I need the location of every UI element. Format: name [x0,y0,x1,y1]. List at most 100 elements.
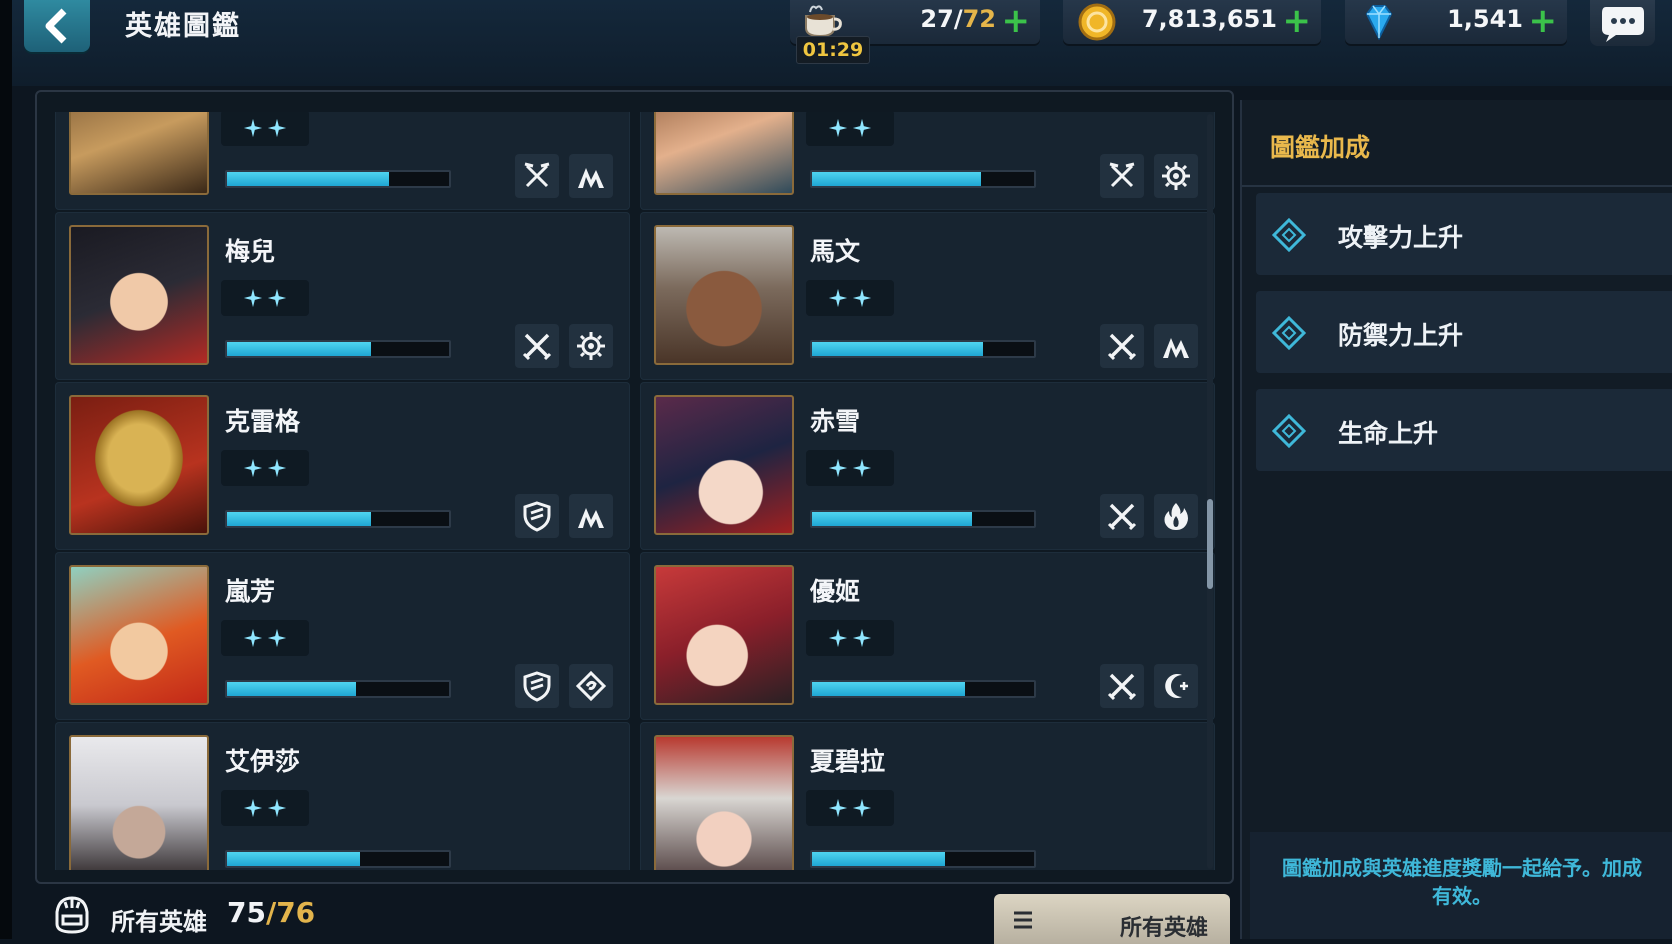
star-icon [243,628,263,648]
star-icon [243,458,263,478]
star-icon [267,798,287,818]
hero-card[interactable]: 梅兒 [55,212,630,380]
bonus-item-attack[interactable]: 攻擊力上升 [1256,193,1672,275]
fire-icon [1154,494,1198,538]
crescent-icon [1154,664,1198,708]
hero-card[interactable]: 艾伊莎 [55,722,630,870]
diamond-outline-icon [1272,316,1306,350]
progress-bar [225,340,451,358]
crossed-swords-icon [1100,324,1144,368]
progress-fill [227,342,372,356]
star-rating [221,112,309,146]
progress-bar [225,510,451,528]
progress-bar [810,850,1036,868]
star-rating [806,790,894,826]
hero-portrait [654,735,794,870]
bonus-panel-title: 圖鑑加成 [1270,133,1371,162]
hero-portrait [654,225,794,365]
bonus-note: 圖鑑加成與英雄進度獎勵一起給予。加成 有效。 [1250,832,1672,939]
mountain-icon [569,154,613,198]
progress-bar [225,170,451,188]
gem-icon [1365,5,1393,41]
star-icon [852,288,872,308]
stamina-timer: 01:29 [796,36,870,64]
star-icon [267,118,287,138]
hero-portrait [69,735,209,870]
star-icon [852,118,872,138]
hero-portrait [69,225,209,365]
bonus-note-line: 有效。 [1432,884,1492,908]
star-rating [806,620,894,656]
star-icon [243,118,263,138]
crossed-swords-icon [1100,664,1144,708]
bonus-item-hp[interactable]: 生命上升 [1256,389,1672,471]
hero-card[interactable]: 夏碧拉 [640,722,1215,870]
hero-name: 夏碧拉 [810,747,886,776]
bonus-label: 防禦力上升 [1338,321,1464,350]
progress-bar [810,340,1036,358]
list-icon [1014,911,1032,929]
filter-label: 所有英雄 [1119,916,1208,941]
gem-value: 1,541 [1447,5,1523,33]
diamond-outline-icon [1272,218,1306,252]
hero-portrait [654,565,794,705]
progress-bar [810,170,1036,188]
bonus-label: 攻擊力上升 [1338,223,1464,252]
bonus-panel-header: 圖鑑加成 [1242,100,1672,187]
gold-coin-icon [1078,3,1116,41]
filter-dropdown-button[interactable]: 所有英雄 [994,894,1230,944]
mountain-icon [1154,324,1198,368]
hero-name: 克雷格 [225,407,301,436]
hero-name: 赤雪 [810,407,861,436]
star-icon [852,458,872,478]
hero-card[interactable]: 克雷格 [55,382,630,550]
page-title: 英雄圖鑑 [125,11,241,42]
star-icon [828,458,848,478]
hero-name: 梅兒 [225,237,276,266]
star-icon [267,288,287,308]
progress-fill [812,852,946,866]
star-rating [221,280,309,316]
collection-bonus-panel: 圖鑑加成 攻擊力上升 防禦力上升 生命上升 圖鑑加成與英雄進度獎勵一起給予。加成… [1240,100,1672,939]
gold-value: 7,813,651 [1141,5,1277,33]
crossed-swords-icon [515,324,559,368]
progress-fill [227,852,361,866]
chevron-left-icon [45,8,67,44]
star-rating [806,450,894,486]
hero-card[interactable]: 馬文 [640,212,1215,380]
bonus-item-defense[interactable]: 防禦力上升 [1256,291,1672,373]
hero-count: 75/76 [227,896,316,929]
back-button[interactable] [24,0,90,52]
diamond-swirl-icon [569,664,613,708]
hero-card[interactable] [640,112,1215,210]
scroll-thumb[interactable] [1207,499,1213,589]
crossed-swords-icon [1100,494,1144,538]
hero-card[interactable]: 赤雪 [640,382,1215,550]
gear-icon [569,324,613,368]
progress-bar [225,680,451,698]
star-rating [221,790,309,826]
progress-fill [812,342,983,356]
hero-list[interactable]: 梅兒 馬文 克雷格 赤雪 嵐芳 優姬 艾伊莎 夏碧拉 [55,112,1215,870]
all-heroes-label: 所有英雄 [111,908,207,936]
hero-card[interactable]: 優姬 [640,552,1215,720]
star-rating [806,112,894,146]
hero-name: 馬文 [810,237,861,266]
list-scrollbar[interactable] [1207,114,1213,869]
bonus-note-line: 圖鑑加成與英雄進度獎勵一起給予。加成 [1282,856,1642,880]
hero-card[interactable] [55,112,630,210]
hero-portrait [69,112,209,195]
hero-card[interactable]: 嵐芳 [55,552,630,720]
hero-portrait [69,565,209,705]
hero-portrait [69,395,209,535]
gold-counter: 7,813,651 + [1063,0,1321,46]
chat-bubble-icon [1601,7,1644,42]
hero-portrait [654,395,794,535]
mountain-icon [569,494,613,538]
chat-button[interactable] [1590,0,1655,46]
add-stamina-button[interactable]: + [1002,1,1031,41]
shield-icon [515,664,559,708]
star-rating [221,620,309,656]
add-gold-button[interactable]: + [1283,1,1312,41]
add-gems-button[interactable]: + [1529,1,1558,41]
